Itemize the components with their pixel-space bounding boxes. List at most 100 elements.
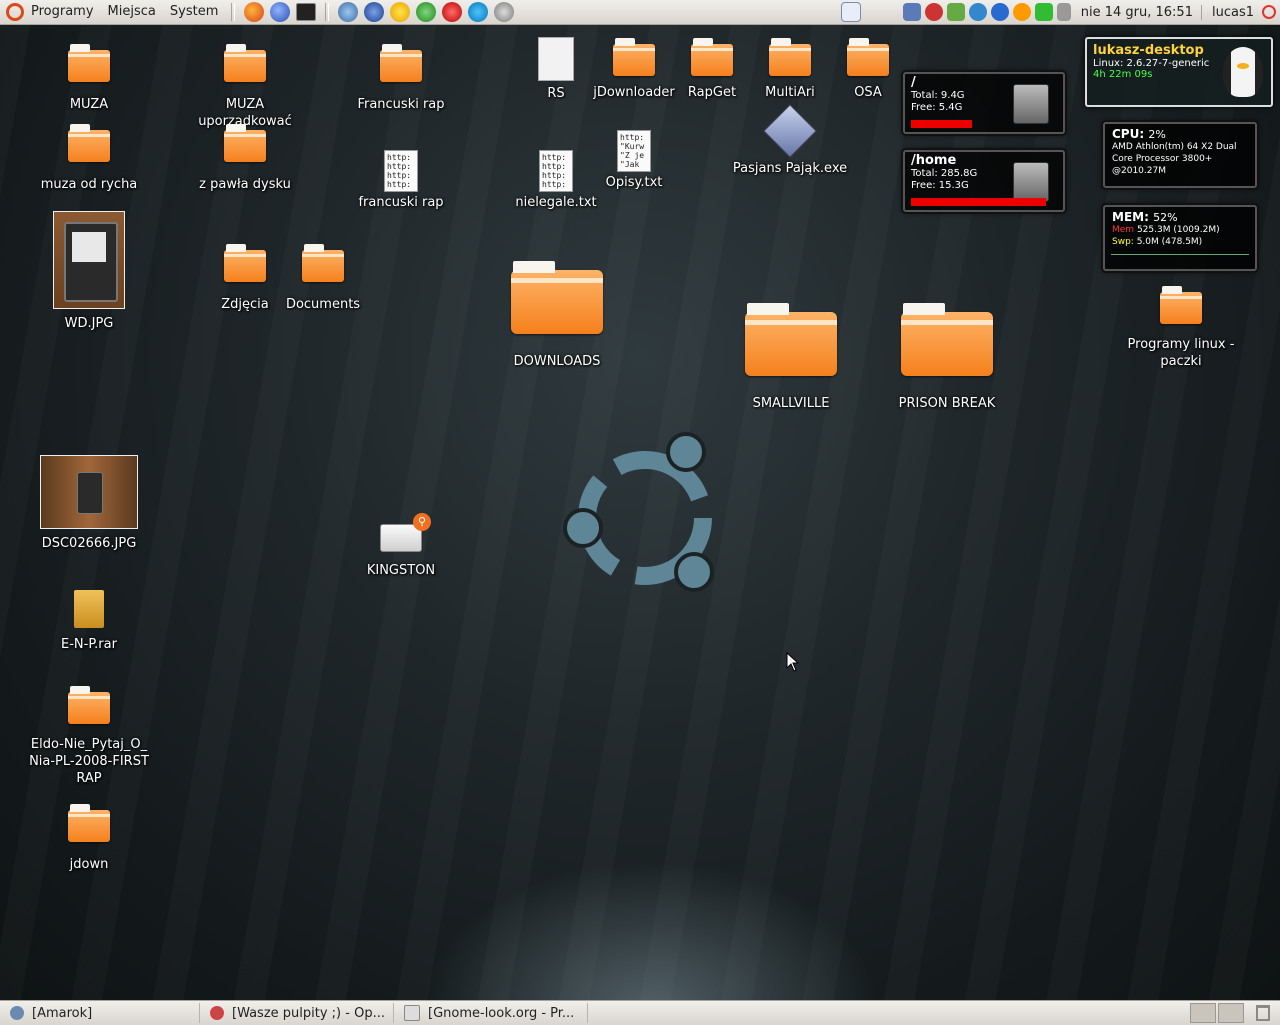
pidgin-icon[interactable] xyxy=(338,2,359,22)
icon-label: Documents xyxy=(285,297,361,312)
trash-icon[interactable] xyxy=(1256,1005,1270,1021)
disk-widget-root: / Total: 9.4G Free: 5.4G xyxy=(903,72,1065,134)
folder-icon xyxy=(224,44,266,82)
menu-system[interactable]: System xyxy=(163,0,225,24)
sun-icon[interactable] xyxy=(390,2,411,22)
weather-icon[interactable] xyxy=(1012,3,1031,21)
desktop-icon-kingston[interactable]: ⚲ KINGSTON xyxy=(336,512,466,579)
archive-icon xyxy=(74,590,104,628)
mem-line: Mem 525.3M (1009.2M) xyxy=(1105,224,1255,236)
user-name[interactable]: lucas1 xyxy=(1200,4,1258,20)
workspace-switcher xyxy=(1190,1003,1246,1023)
disk-usage-bar xyxy=(911,198,1046,206)
update-icon[interactable] xyxy=(946,3,965,21)
mem-graph xyxy=(1111,250,1249,255)
opera-icon[interactable] xyxy=(442,2,463,22)
icon-label: WD.JPG xyxy=(64,316,114,331)
desktop-icon-documents[interactable]: Documents xyxy=(258,244,388,313)
desktop-icon-eldo[interactable]: Eldo-Nie_Pytaj_O_Nia-PL-2008-FIRSTRAP xyxy=(24,686,154,787)
taskbar-item-amarok[interactable]: [Amarok] xyxy=(4,1003,200,1023)
gg-tray-icon[interactable] xyxy=(1034,3,1053,21)
folder-icon xyxy=(68,686,110,724)
folder-icon xyxy=(847,38,889,76)
mouse-cursor-icon xyxy=(786,652,800,672)
globe-icon[interactable] xyxy=(968,3,987,21)
icon-label: z pawła dysku xyxy=(199,177,291,192)
screenshot-icon[interactable] xyxy=(840,2,861,22)
icon-label: MUZA xyxy=(69,97,109,112)
gadu-icon[interactable] xyxy=(416,2,437,22)
cpu-widget: CPU: 2% AMD Athlon(tm) 64 X2 Dual Core P… xyxy=(1103,122,1257,188)
settings-icon[interactable] xyxy=(494,2,515,22)
workspace-2[interactable] xyxy=(1218,1003,1244,1023)
taskbar-item-opera[interactable]: [Wasze pulpity ;) - Op... xyxy=(204,1003,394,1023)
disk-widget-home: /home Total: 285.8G Free: 15.3G xyxy=(903,150,1065,212)
clock[interactable]: nie 14 gru, 16:51 xyxy=(1073,5,1201,20)
mem-key: Mem xyxy=(1112,225,1135,235)
desktop-icon-muza-od-rycha[interactable]: muza od rycha xyxy=(24,124,154,193)
power-icon[interactable] xyxy=(1262,5,1276,19)
desktop-icon-francuski-rap-file[interactable]: http: http: http: http: francuski rap xyxy=(336,150,466,211)
top-panel: Programy Miejsca System nie 14 gru, 16:5… xyxy=(0,0,1280,25)
desktop-icon-pasjans[interactable]: Pasjans Pająk.exe xyxy=(725,104,855,177)
terminal-icon[interactable] xyxy=(296,3,317,21)
folder-icon xyxy=(224,124,266,162)
desktop-icon-muza[interactable]: MUZA xyxy=(24,44,154,113)
system-tray: nie 14 gru, 16:51 lucas1 xyxy=(839,0,1280,24)
desktop-icon-smallville[interactable]: SMALLVILLE xyxy=(721,303,861,412)
thunderbird-icon[interactable] xyxy=(270,2,291,22)
icon-label: Eldo-Nie_Pytaj_O_Nia-PL-2008-FIRSTRAP xyxy=(29,737,149,786)
compass-icon[interactable] xyxy=(990,3,1009,21)
amarok-tray-icon[interactable] xyxy=(924,3,943,21)
browser-icon[interactable] xyxy=(364,2,385,22)
desktop-icon-programy-linux[interactable]: Programy linux - paczki xyxy=(1113,286,1249,370)
icon-label: DOWNLOADS xyxy=(513,354,601,369)
mem-value: 52% xyxy=(1153,211,1178,224)
icon-label: DSC02666.JPG xyxy=(41,536,137,551)
firefox-icon[interactable] xyxy=(244,2,265,22)
menu-programy[interactable]: Programy xyxy=(24,0,101,24)
icon-label: Pasjans Pająk.exe xyxy=(732,161,848,176)
icon-label: KINGSTON xyxy=(366,563,436,578)
panel-separator xyxy=(231,3,236,21)
ubuntu-logo-icon[interactable] xyxy=(6,3,24,21)
tux-beak xyxy=(1237,63,1249,69)
desktop-icon-wd-jpg[interactable]: WD.JPG xyxy=(24,211,154,332)
desktop-icon-muza-uporzadkowac[interactable]: MUZA uporządkować xyxy=(180,44,310,130)
mem-title: MEM: 52% xyxy=(1105,207,1255,224)
desktop-icon-enp-rar[interactable]: E-N-P.rar xyxy=(24,590,154,653)
disk-usage-bar xyxy=(911,120,972,128)
desktop-icon-francuski-rap-folder[interactable]: Francuski rap xyxy=(336,44,466,113)
host-widget: lukasz-desktop Linux: 2.6.27-7-generic 4… xyxy=(1085,37,1273,107)
icon-label: E-N-P.rar xyxy=(61,637,117,652)
network-icon[interactable] xyxy=(902,3,921,21)
icon-label: jdown xyxy=(69,857,109,872)
desktop-icon-jdown[interactable]: jdown xyxy=(24,804,154,873)
memory-widget: MEM: 52% Mem 525.3M (1009.2M) Swp: 5.0M … xyxy=(1103,205,1257,271)
swap-line: Swp: 5.0M (478.5M) xyxy=(1105,236,1255,248)
bottom-panel: [Amarok] [Wasze pulpity ;) - Op... [Gnom… xyxy=(0,1000,1280,1025)
desktop-icon-dsc02666[interactable]: DSC02666.JPG xyxy=(24,455,154,552)
ubuntu-wallpaper-logo xyxy=(563,432,714,592)
taskbar-item-gnome-look[interactable]: [Gnome-look.org - Pr... xyxy=(398,1003,588,1023)
task-label: [Gnome-look.org - Pr... xyxy=(428,1005,575,1021)
workspace-1[interactable] xyxy=(1190,1003,1216,1023)
cpu-value: 2% xyxy=(1148,128,1166,141)
desktop-icon-z-pawla-dysku[interactable]: z pawła dysku xyxy=(180,124,310,193)
cpu-frequency: @2010.27M xyxy=(1112,166,1166,176)
tux-penguin-icon xyxy=(1223,47,1263,97)
opera-icon xyxy=(210,1006,224,1020)
desktop-icon-opisy[interactable]: http: "Kurw "Z je "Jak Opisy.txt xyxy=(569,130,699,191)
usb-symbol-icon: ⚲ xyxy=(413,513,431,531)
menu-miejsca[interactable]: Miejsca xyxy=(101,0,163,24)
folder-icon xyxy=(68,804,110,842)
text-file-icon: http: "Kurw "Z je "Jak xyxy=(617,130,651,172)
hard-drive-photo xyxy=(64,222,118,302)
mem-usage: 525.3M (1009.2M) xyxy=(1136,225,1220,235)
desktop-icon-downloads[interactable]: DOWNLOADS xyxy=(487,261,627,370)
skype-icon[interactable] xyxy=(468,2,489,22)
volume-icon[interactable] xyxy=(1056,3,1071,21)
desktop-icon-prison-break[interactable]: PRISON BREAK xyxy=(877,303,1017,412)
icon-label: francuski rap xyxy=(358,195,444,210)
cpu-title: CPU: 2% xyxy=(1105,124,1255,141)
